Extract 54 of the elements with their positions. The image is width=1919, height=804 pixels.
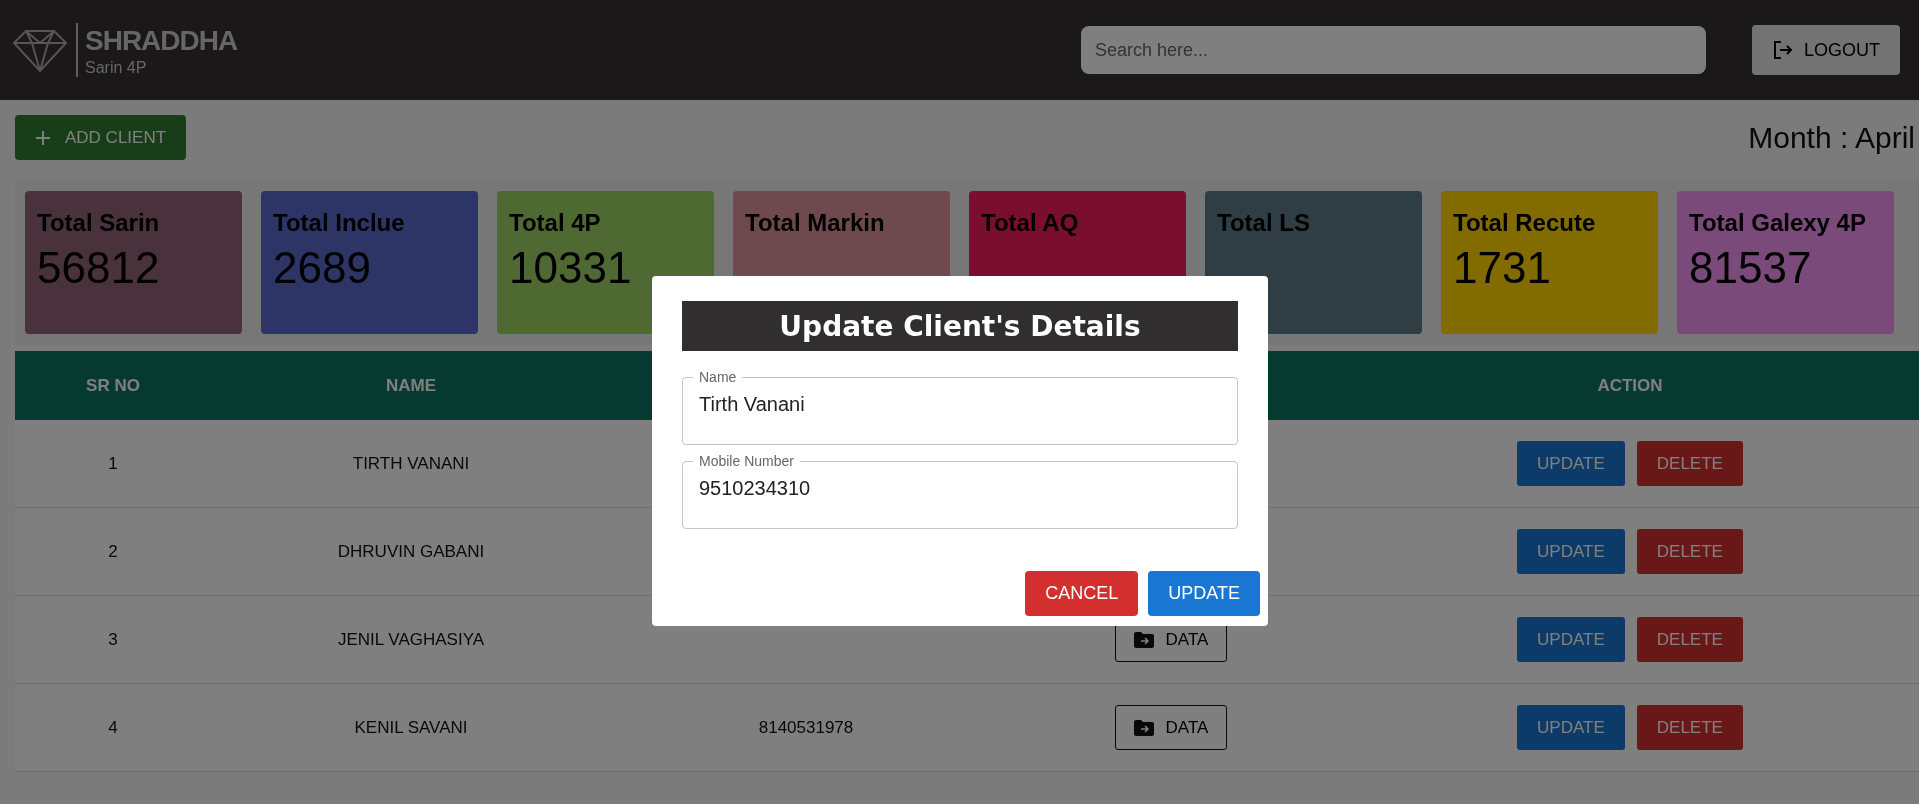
dialog-title: Update Client's Details [682,301,1238,351]
delete-button[interactable]: DELETE [1636,529,1743,574]
table-cell: 2 [108,541,118,562]
field-label: Mobile Number [698,453,795,469]
update-button[interactable]: UPDATE [1517,529,1625,574]
card-title: Total Markin [745,209,886,237]
table-cell: JENIL VAGHASIYA [337,629,485,650]
input-field[interactable]: Tirth Vanani [699,385,1221,424]
brand-name: SHRADDHA [85,24,238,58]
search-field[interactable]: Search here... [1081,26,1706,74]
card-title: Total Recute [1453,209,1597,237]
delete-button[interactable]: DELETE [1636,705,1743,750]
column-header: ACTION [1597,375,1663,396]
update-button[interactable]: UPDATE [1517,705,1625,750]
card-value: 2689 [273,243,372,293]
plus-icon [35,129,51,146]
card-value: 1731 [1453,243,1552,293]
table-cell: 1 [108,453,118,474]
column-header: NAME [385,375,437,396]
input-field[interactable]: 9510234310 [699,469,1221,508]
card-title: Total 4P [509,209,602,237]
text-field[interactable]: Name Tirth Vanani [682,369,1238,445]
delete-button[interactable]: DELETE [1636,441,1743,486]
card-title: Total AQ [981,209,1080,237]
column-header: SR NO [86,375,140,396]
brand-subtitle: Sarin 4P [85,59,148,77]
logout-icon [1772,39,1794,61]
diamond-icon [12,27,68,73]
card-title: Total Sarin [37,209,161,237]
table-cell: DHRUVIN GABANI [337,541,485,562]
logout-button[interactable]: LOGOUT [1752,25,1900,75]
table-cell: TIRTH VANANI [352,453,470,474]
update-button[interactable]: UPDATE [1517,441,1625,486]
table-cell: 3 [108,629,118,650]
card-value: 56812 [37,243,161,293]
card-value: 81537 [1689,243,1813,293]
delete-button[interactable]: DELETE [1636,617,1743,662]
card-title: Total Galexy 4P [1689,209,1867,237]
data-button[interactable]: DATA [1114,705,1228,750]
card-title: Total LS [1217,209,1311,237]
table-cell: 4 [108,717,118,738]
text-field[interactable]: Mobile Number 9510234310 [682,453,1238,529]
update-button[interactable]: UPDATE [1148,571,1260,616]
add-client-button[interactable]: ADD CLIENT [15,115,187,160]
update-button[interactable]: UPDATE [1517,617,1625,662]
card-value: 10331 [509,243,633,293]
table-cell: KENIL SAVANI [354,717,468,738]
cancel-button[interactable]: CANCEL [1025,571,1139,616]
field-label: Name [698,369,738,385]
folder-icon [1133,631,1154,648]
month-label: Month : April [1748,120,1915,155]
table-cell: 8140531978 [758,717,854,738]
card-title: Total Inclue [273,209,406,237]
folder-icon [1133,719,1154,736]
